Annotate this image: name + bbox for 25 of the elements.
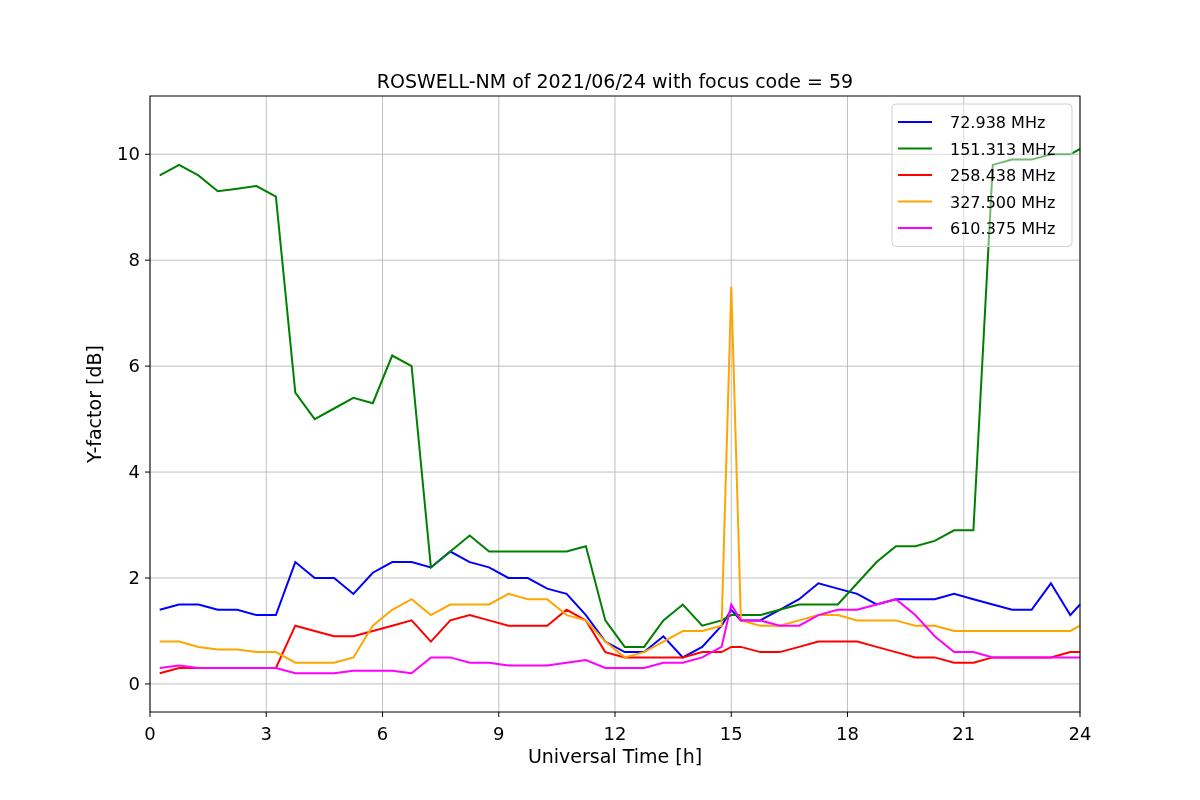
- y-tick-label: 4: [128, 461, 140, 483]
- x-tick-label: 24: [1068, 723, 1092, 744]
- legend-label: 327.500 MHz: [950, 192, 1056, 212]
- x-tick-label: 6: [376, 723, 389, 744]
- legend-swatch: [897, 147, 933, 150]
- x-tick-label: 18: [836, 723, 859, 744]
- legend-label: 151.313 MHz: [950, 139, 1056, 159]
- legend-swatch: [897, 200, 933, 203]
- x-tick-label: 0: [144, 723, 156, 744]
- x-tick-label: 15: [719, 723, 743, 744]
- y-tick-label: 2: [128, 567, 140, 588]
- y-tick-label: 6: [128, 355, 140, 377]
- x-tick-label: 9: [493, 723, 505, 744]
- chart-title: ROSWELL-NM of 2021/06/24 with focus code = 59: [376, 70, 854, 92]
- x-axis-label: Universal Time [h]: [527, 745, 703, 767]
- x-tick-label: 21: [952, 723, 976, 744]
- y-axis-label: Y-factor [dB]: [83, 345, 105, 463]
- y-tick-label: 10: [117, 143, 140, 165]
- x-tick-label: 3: [260, 723, 272, 744]
- y-tick-label: 0: [128, 672, 140, 694]
- y-tick-label: 8: [128, 249, 140, 271]
- legend-label: 72.938 MHz: [950, 113, 1046, 132]
- legend-label: 258.438 MHz: [950, 166, 1056, 185]
- x-tick-label: 12: [603, 723, 627, 744]
- legend-label: 610.375 MHz: [950, 219, 1056, 238]
